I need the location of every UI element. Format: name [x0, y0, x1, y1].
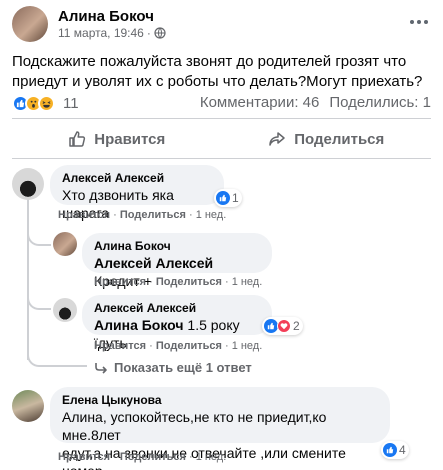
meta-separator: ·	[146, 26, 151, 40]
comment-time[interactable]: 1 нед.	[232, 276, 263, 288]
reactions-count: 11	[63, 94, 79, 112]
commenter-avatar[interactable]	[53, 298, 77, 322]
comment-like-link[interactable]: Нравится	[94, 340, 146, 352]
love-reaction-icon	[277, 319, 291, 333]
post-date[interactable]: 11 марта, 19:46	[58, 26, 144, 40]
reaction-count: 4	[399, 443, 406, 457]
like-reaction-icon	[264, 319, 278, 333]
comment-reply-link[interactable]: Поделиться	[156, 340, 222, 352]
commenter-avatar[interactable]	[12, 390, 44, 422]
comment-like-link[interactable]: Нравится	[94, 276, 146, 288]
thread-connector	[27, 296, 51, 310]
reaction-count: 1	[232, 191, 239, 205]
reactions-summary[interactable]: 11	[12, 93, 79, 113]
thumbs-up-icon	[69, 131, 86, 147]
comment-bubble: Елена Цыкунова Алина, успокойтесь,не кто…	[50, 387, 390, 470]
comment-bubble: Алексей Алексей Алина Бокоч 1.5 року їду…	[82, 295, 272, 351]
post-meta: 11 марта, 19:46 ·	[58, 26, 166, 40]
more-options-button[interactable]	[407, 12, 431, 32]
mention-link[interactable]: Алина Бокоч	[94, 317, 184, 333]
like-label: Нравится	[94, 130, 166, 148]
comment-footer: Нравится · Поделиться · 1 нед.	[94, 340, 263, 352]
comment-reactions[interactable]: 4	[381, 441, 409, 459]
post-author[interactable]: Алина Бокоч	[58, 8, 154, 25]
dot-icon	[424, 20, 428, 24]
comment-footer: Нравится · Поделиться · 1 нед.	[58, 451, 227, 463]
author-avatar[interactable]	[12, 6, 48, 42]
mention-link[interactable]: Алексей Алексей	[94, 255, 213, 271]
commenter-avatar[interactable]	[12, 168, 44, 200]
globe-icon	[154, 27, 166, 39]
thread-line	[27, 198, 29, 360]
reaction-count: 2	[293, 319, 300, 333]
commenter-name[interactable]: Алексей Алексей	[94, 300, 260, 316]
dot-icon	[417, 20, 421, 24]
show-more-label: Показать ещё 1 ответ	[114, 360, 252, 375]
shares-count[interactable]: Поделились: 1	[329, 94, 431, 111]
share-button[interactable]: Поделиться	[222, 121, 432, 157]
post-header: Алина Бокоч 11 марта, 19:46 ·	[12, 6, 433, 42]
post-stats: Комментарии: 46 Поделились: 1	[200, 94, 431, 111]
post-actions: Нравится Поделиться	[12, 121, 431, 157]
comment-reply-link[interactable]: Поделиться	[120, 209, 186, 221]
comment-time[interactable]: 1 нед.	[232, 340, 263, 352]
share-label: Поделиться	[294, 130, 385, 148]
haha-reaction-icon	[38, 94, 55, 112]
comment-text-line: Алина, успокойтесь,не кто не приедит,ко …	[62, 409, 327, 443]
comments-count[interactable]: Комментарии: 46	[200, 94, 320, 111]
show-more-replies-link[interactable]: Показать ещё 1 ответ	[94, 360, 252, 375]
comment-like-link[interactable]: Нравится	[58, 451, 110, 463]
thread-connector	[27, 355, 87, 367]
comment-bubble: Алексей Алексей Хто дзвонить яка шарага	[50, 165, 224, 221]
comment-reply-link[interactable]: Поделиться	[156, 276, 222, 288]
post-text: Подскажите пожалуйста звонят до родителе…	[12, 53, 423, 90]
comment-like-link[interactable]: Нравится	[58, 209, 110, 221]
like-reaction-icon	[383, 443, 397, 457]
share-arrow-icon	[269, 132, 285, 146]
commenter-name[interactable]: Алексей Алексей	[62, 170, 212, 186]
reply-arrow-icon	[95, 362, 107, 374]
commenter-name[interactable]: Алина Бокоч	[94, 238, 260, 254]
comment-reply-link[interactable]: Поделиться	[120, 451, 186, 463]
commenter-avatar[interactable]	[53, 232, 77, 256]
comment-time[interactable]: 1 нед.	[196, 209, 227, 221]
like-reaction-icon	[216, 191, 230, 205]
thread-connector	[27, 232, 51, 246]
comment-footer: Нравится · Поделиться · 1 нед.	[58, 209, 227, 221]
dot-icon	[410, 20, 414, 24]
comment-footer: Нравится · Поделиться · 1 нед.	[94, 276, 263, 288]
comment-reactions[interactable]: 1	[214, 189, 242, 207]
comment-reactions[interactable]: 2	[262, 317, 303, 335]
divider	[12, 118, 431, 119]
divider	[12, 158, 431, 159]
comment-bubble: Алина Бокоч Алексей Алексей Кредит +	[82, 233, 272, 289]
like-button[interactable]: Нравится	[12, 121, 222, 157]
commenter-name[interactable]: Елена Цыкунова	[62, 392, 378, 408]
comment-time[interactable]: 1 нед.	[196, 451, 227, 463]
